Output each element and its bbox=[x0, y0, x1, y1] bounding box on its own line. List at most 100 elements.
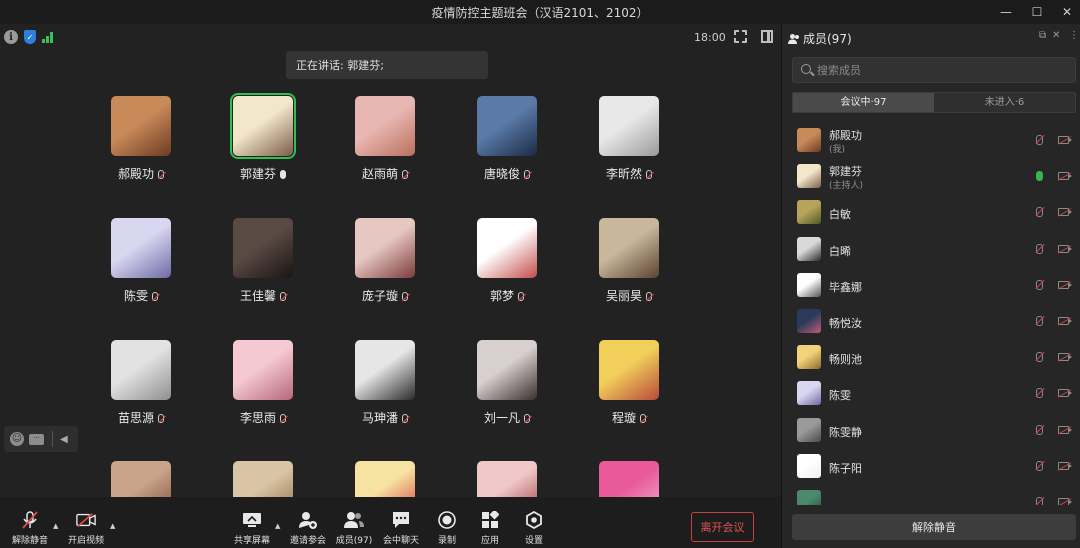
apps-icon bbox=[480, 511, 500, 529]
apps-button[interactable]: 应用 bbox=[468, 497, 512, 548]
participant-tile[interactable]: 陈雯 bbox=[91, 218, 191, 308]
search-input[interactable] bbox=[817, 58, 1067, 82]
member-name: 陈子阳 bbox=[829, 461, 862, 475]
participant-tile[interactable]: 唐晓俊 bbox=[457, 96, 557, 186]
unmute-button[interactable]: 解除静音 bbox=[8, 497, 52, 548]
camera-off-icon[interactable] bbox=[1058, 280, 1072, 289]
popout-icon[interactable]: ⧉ bbox=[1039, 30, 1046, 41]
tab-in-meeting[interactable]: 会议中·97 bbox=[793, 93, 934, 112]
close-button[interactable]: ✕ bbox=[1050, 0, 1080, 24]
member-row[interactable]: 陈雯静 bbox=[782, 413, 1080, 449]
video-options-caret[interactable]: ▲ bbox=[110, 522, 115, 530]
mic-muted-icon bbox=[524, 170, 530, 179]
member-avatar bbox=[797, 164, 821, 189]
participant-tile[interactable]: 李昕然 bbox=[579, 96, 679, 186]
camera-off-icon[interactable] bbox=[1058, 208, 1072, 217]
title-bar: 疫情防控主题班会（汉语2101、2102） — ☐ ✕ bbox=[0, 0, 1080, 24]
camera-off-icon[interactable] bbox=[1058, 425, 1072, 434]
chat-button[interactable]: 会中聊天 bbox=[379, 497, 423, 548]
participant-name-text: 吴丽昊 bbox=[605, 289, 642, 303]
participant-tile[interactable]: 李思雨 bbox=[213, 340, 313, 430]
start-video-button[interactable]: 开启视频 bbox=[64, 497, 108, 548]
member-row[interactable]: 白敏 bbox=[782, 195, 1080, 231]
participant-tile[interactable]: 郭建芬 bbox=[213, 93, 313, 186]
mic-muted-icon[interactable] bbox=[1036, 316, 1043, 326]
emoji-icon[interactable]: ☺ bbox=[10, 432, 24, 446]
camera-off-icon[interactable] bbox=[1058, 498, 1072, 505]
member-row[interactable]: 陈雯 bbox=[782, 376, 1080, 412]
collapse-arrow-icon[interactable]: ◀ bbox=[60, 434, 68, 445]
camera-off-icon[interactable] bbox=[1058, 353, 1072, 362]
participant-tile[interactable]: 马珅潘 bbox=[335, 340, 435, 430]
share-options-caret[interactable]: ▲ bbox=[275, 522, 280, 530]
info-icon[interactable]: i bbox=[4, 30, 18, 44]
shield-icon[interactable]: ✓ bbox=[24, 30, 36, 44]
chat-bubble-icon[interactable]: ··· bbox=[29, 433, 44, 445]
member-name: 毕鑫娜 bbox=[829, 280, 862, 294]
member-row[interactable]: 白晞 bbox=[782, 232, 1080, 268]
camera-off-icon[interactable] bbox=[1058, 461, 1072, 470]
participant-name-text: 郭建芬 bbox=[239, 167, 276, 181]
members-icon bbox=[788, 33, 799, 44]
participant-avatar bbox=[111, 96, 171, 156]
participant-tile[interactable]: 郭梦 bbox=[457, 218, 557, 308]
sidebar-toggle-icon[interactable] bbox=[761, 30, 773, 43]
members-button[interactable]: 成员(97) bbox=[332, 497, 376, 548]
settings-button[interactable]: 设置 bbox=[512, 497, 556, 548]
minimize-button[interactable]: — bbox=[989, 0, 1023, 24]
participant-tile[interactable]: 郝殿功 bbox=[91, 96, 191, 186]
signal-icon[interactable] bbox=[42, 31, 53, 43]
mic-muted-icon[interactable] bbox=[1036, 135, 1043, 145]
fullscreen-icon[interactable] bbox=[733, 29, 748, 44]
participant-tile[interactable]: 苗思源 bbox=[91, 340, 191, 430]
member-name: 白敏 bbox=[829, 208, 851, 222]
leave-meeting-button[interactable]: 离开会议 bbox=[691, 512, 754, 542]
share-screen-button[interactable]: 共享屏幕 bbox=[230, 497, 274, 548]
participant-tile[interactable]: 庞子璇 bbox=[335, 218, 435, 308]
mic-muted-icon[interactable] bbox=[1036, 243, 1043, 254]
member-row[interactable]: 畅则池 bbox=[782, 340, 1080, 376]
member-row[interactable]: 郭建芬 (主持人) bbox=[782, 159, 1080, 195]
mic-muted-icon[interactable] bbox=[1036, 497, 1043, 505]
participant-avatar bbox=[477, 218, 537, 278]
participant-name-text: 李昕然 bbox=[605, 167, 642, 181]
maximize-button[interactable]: ☐ bbox=[1020, 0, 1054, 24]
members-label: 成员(97) bbox=[335, 536, 373, 546]
participant-tile[interactable]: 刘一凡 bbox=[457, 340, 557, 430]
unmute-label: 解除静音 bbox=[11, 536, 48, 546]
participant-name: 赵雨萌 bbox=[335, 165, 435, 182]
mic-muted-icon[interactable] bbox=[1036, 424, 1043, 435]
participant-tile[interactable]: 吴丽昊 bbox=[579, 218, 679, 308]
participant-tile[interactable]: 程璇 bbox=[579, 340, 679, 430]
unmute-all-button[interactable]: 解除静音 bbox=[792, 514, 1076, 540]
panel-close-icon[interactable]: ✕ bbox=[1052, 30, 1060, 41]
mic-muted-icon[interactable] bbox=[1036, 279, 1043, 290]
audio-options-caret[interactable]: ▲ bbox=[53, 522, 58, 530]
member-avatar bbox=[797, 345, 821, 370]
invite-button[interactable]: 邀请参会 bbox=[286, 497, 330, 548]
camera-off-icon[interactable] bbox=[1058, 389, 1072, 398]
mic-muted-icon[interactable] bbox=[1036, 352, 1043, 363]
participant-avatar bbox=[599, 340, 659, 400]
more-icon[interactable]: ⋮ bbox=[1069, 30, 1079, 41]
member-row[interactable]: 郝殿功 (我) bbox=[782, 123, 1080, 159]
participant-name: 郭梦 bbox=[457, 287, 557, 304]
member-row[interactable]: 毕鑫娜 bbox=[782, 268, 1080, 304]
tab-not-joined[interactable]: 未进入·6 bbox=[934, 93, 1075, 112]
participant-tile[interactable]: 王佳馨 bbox=[213, 218, 313, 308]
member-row[interactable]: 陈子阳 bbox=[782, 449, 1080, 485]
mic-on-icon[interactable] bbox=[1036, 171, 1043, 182]
member-row[interactable] bbox=[782, 485, 1080, 505]
participant-name-text: 赵雨萌 bbox=[361, 167, 398, 181]
member-row[interactable]: 畅悦汝 bbox=[782, 304, 1080, 340]
participant-tile[interactable]: 赵雨萌 bbox=[335, 96, 435, 186]
camera-off-icon[interactable] bbox=[1058, 136, 1072, 144]
camera-off-icon[interactable] bbox=[1058, 244, 1072, 253]
mic-muted-icon[interactable] bbox=[1036, 207, 1043, 218]
record-button[interactable]: 录制 bbox=[425, 497, 469, 548]
camera-off-icon[interactable] bbox=[1058, 172, 1072, 181]
mic-muted-icon[interactable] bbox=[1036, 388, 1043, 399]
participant-avatar bbox=[599, 96, 659, 156]
mic-muted-icon[interactable] bbox=[1036, 460, 1043, 471]
camera-off-icon[interactable] bbox=[1058, 317, 1072, 325]
